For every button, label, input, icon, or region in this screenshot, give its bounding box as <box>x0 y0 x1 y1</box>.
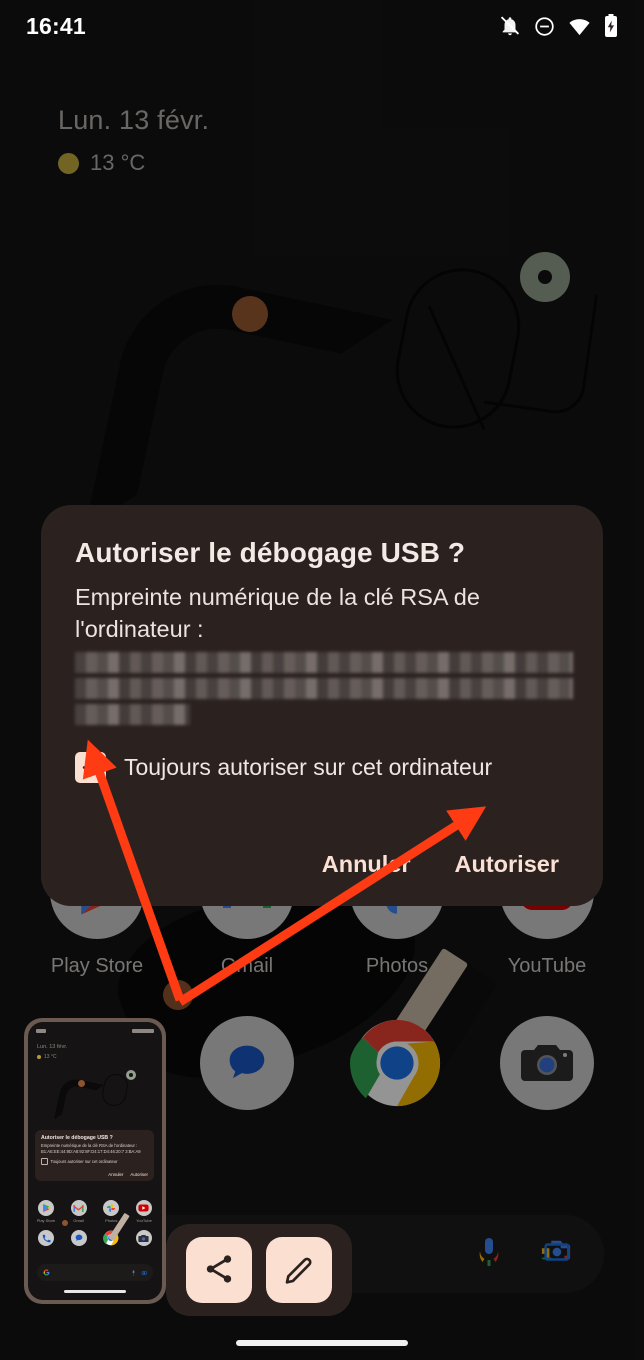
wifi-icon <box>568 15 591 38</box>
preview-dialog-body: Empreinte numérique de la clé RSA de l'o… <box>41 1143 138 1148</box>
dialog-actions: Annuler Autoriser <box>75 845 569 884</box>
preview-status-bar <box>36 1027 154 1035</box>
status-bar-clock: 16:41 <box>26 12 86 39</box>
screenshot-preview[interactable]: Lun. 13 févr. 13 °C Autoriser le débogag… <box>24 1018 166 1304</box>
preview-cancel-button: Annuler <box>108 1171 124 1177</box>
preview-wallpaper-circle-dot <box>129 1073 133 1077</box>
preview-search-bar <box>37 1264 153 1281</box>
preview-dialog: Autoriser le débogage USB ? Empreinte nu… <box>35 1130 154 1181</box>
youtube-icon <box>135 1200 152 1216</box>
preview-wallpaper-dot <box>78 1080 85 1087</box>
messages-icon <box>70 1230 87 1246</box>
do-not-disturb-icon <box>534 16 555 37</box>
preview-app-label: Photos <box>105 1218 118 1223</box>
always-allow-checkbox[interactable] <box>75 751 106 783</box>
share-button[interactable] <box>186 1237 252 1303</box>
status-bar: 16:41 <box>0 0 644 52</box>
phone-screen: 16:41 Lun. 13 févr. 13 °C Play Store Gma… <box>0 0 644 1360</box>
home-gesture-indicator[interactable] <box>236 1340 408 1346</box>
preview-dialog-checkbox-row: Toujours autoriser sur cet ordinateur <box>41 1158 148 1165</box>
preview-app-row-1: Play Store Gmail Photos YouTube <box>34 1200 156 1223</box>
preview-checkbox-label: Toujours autoriser sur cet ordinateur <box>50 1158 118 1164</box>
preview-app: YouTube <box>132 1200 156 1223</box>
preview-checkbox <box>41 1158 48 1165</box>
preview-app: Play Store <box>34 1200 58 1223</box>
preview-wallpaper-orange-dot <box>62 1220 68 1226</box>
google-photos-icon <box>103 1200 120 1216</box>
preview-date: Lun. 13 févr. <box>37 1044 68 1050</box>
preview-app <box>132 1230 156 1246</box>
screenshot-action-bar <box>166 1224 352 1316</box>
gmail-icon <box>70 1200 87 1216</box>
microphone-icon <box>132 1269 135 1276</box>
preview-sunny-icon <box>37 1055 41 1059</box>
preview-app <box>67 1230 91 1246</box>
status-bar-icons <box>499 14 618 38</box>
screenshot-preview-frame: Lun. 13 févr. 13 °C Autoriser le débogag… <box>24 1018 166 1304</box>
always-allow-label: Toujours autoriser sur cet ordinateur <box>124 753 493 780</box>
preview-app: Gmail <box>67 1200 91 1223</box>
preview-app <box>34 1230 58 1246</box>
play-store-icon <box>38 1200 54 1216</box>
battery-charging-icon <box>604 14 618 38</box>
preview-app-label: YouTube <box>136 1218 152 1223</box>
share-icon <box>202 1252 236 1289</box>
preview-dialog-actions: Annuler Autoriser <box>41 1172 148 1177</box>
camera-icon <box>135 1230 152 1246</box>
preview-wallpaper-stadium <box>100 1072 130 1108</box>
edit-button[interactable] <box>266 1237 332 1303</box>
preview-home-indicator <box>64 1290 126 1293</box>
bell-off-icon <box>499 15 521 37</box>
google-g-icon <box>43 1269 50 1276</box>
allow-button[interactable]: Autoriser <box>451 845 563 884</box>
dialog-title: Autoriser le débogage USB ? <box>75 537 466 568</box>
preview-app-row-2 <box>34 1230 156 1246</box>
preview-app-label: Play Store <box>36 1218 56 1223</box>
pencil-icon <box>283 1253 315 1288</box>
rsa-fingerprint-redacted <box>75 651 573 725</box>
always-allow-row[interactable]: Toujours autoriser sur cet ordinateur <box>75 751 569 783</box>
preview-dialog-fingerprint: B1:AE:EE:44:9D:A8:92:8F:D4:17:D4:46:20:7… <box>41 1148 141 1154</box>
google-lens-icon <box>141 1270 147 1275</box>
preview-dialog-title: Autoriser le débogage USB ? <box>41 1135 113 1141</box>
preview-temperature: 13 °C <box>37 1054 57 1060</box>
preview-allow-button: Autoriser <box>130 1171 148 1177</box>
phone-icon <box>38 1230 54 1246</box>
dialog-body-text: Empreinte numérique de la clé RSA de l'o… <box>75 584 480 643</box>
usb-debugging-dialog: Autoriser le débogage USB ? Empreinte nu… <box>41 505 603 906</box>
cancel-button[interactable]: Annuler <box>318 845 415 884</box>
screenshot-preview-content: Lun. 13 févr. 13 °C Autoriser le débogag… <box>28 1022 162 1300</box>
preview-app-label: Gmail <box>73 1218 84 1223</box>
